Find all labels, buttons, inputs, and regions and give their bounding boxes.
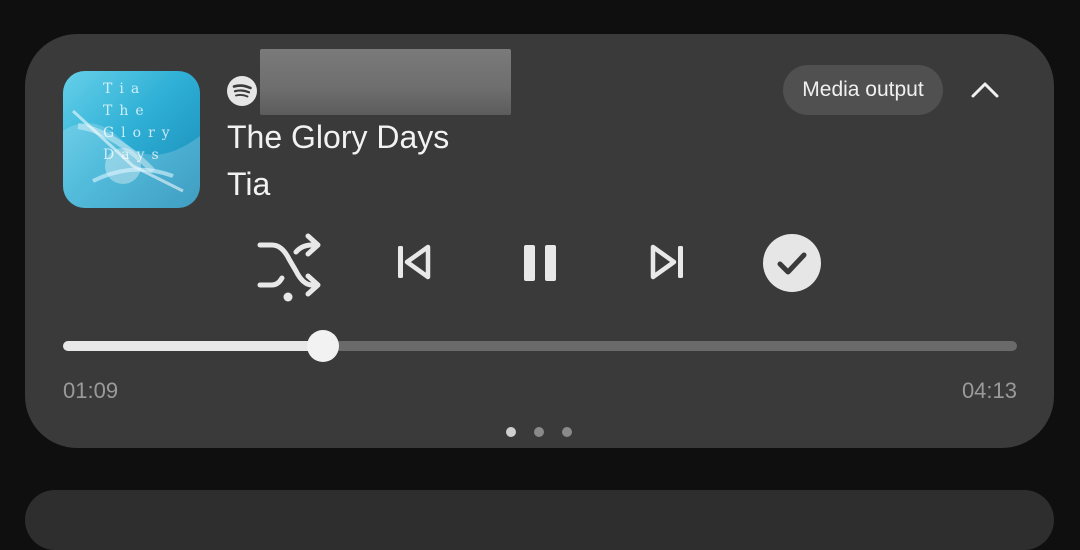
chevron-up-icon[interactable] — [965, 70, 1005, 110]
shuffle-icon[interactable] — [256, 233, 322, 303]
redacted-region — [260, 49, 511, 115]
total-time: 04:13 — [961, 378, 1017, 403]
pause-icon[interactable] — [521, 243, 559, 283]
progress-bar[interactable] — [63, 330, 1017, 362]
track-artist: Tia — [227, 166, 271, 202]
album-art-text: Days — [103, 147, 166, 163]
media-output-label: Media output — [802, 78, 924, 101]
page-indicator — [506, 427, 572, 439]
spotify-icon — [227, 76, 257, 106]
progress-fill — [63, 341, 324, 351]
album-art-text: Tia — [103, 81, 147, 97]
page-dot — [534, 427, 544, 437]
page-dot — [562, 427, 572, 437]
next-notification-card[interactable] — [25, 490, 1054, 550]
album-art-text: The — [103, 103, 151, 119]
elapsed-time: 01:09 — [63, 378, 119, 403]
media-output-button[interactable]: Media output — [783, 65, 943, 115]
page-dot — [506, 427, 516, 437]
album-art[interactable]: Tia The Glory Days — [63, 71, 200, 208]
check-circle-icon[interactable] — [762, 233, 822, 293]
track-title: The Glory Days — [227, 119, 450, 155]
album-art-text: Glory — [103, 125, 177, 141]
skip-next-icon[interactable] — [648, 243, 686, 281]
skip-previous-icon[interactable] — [395, 243, 433, 281]
